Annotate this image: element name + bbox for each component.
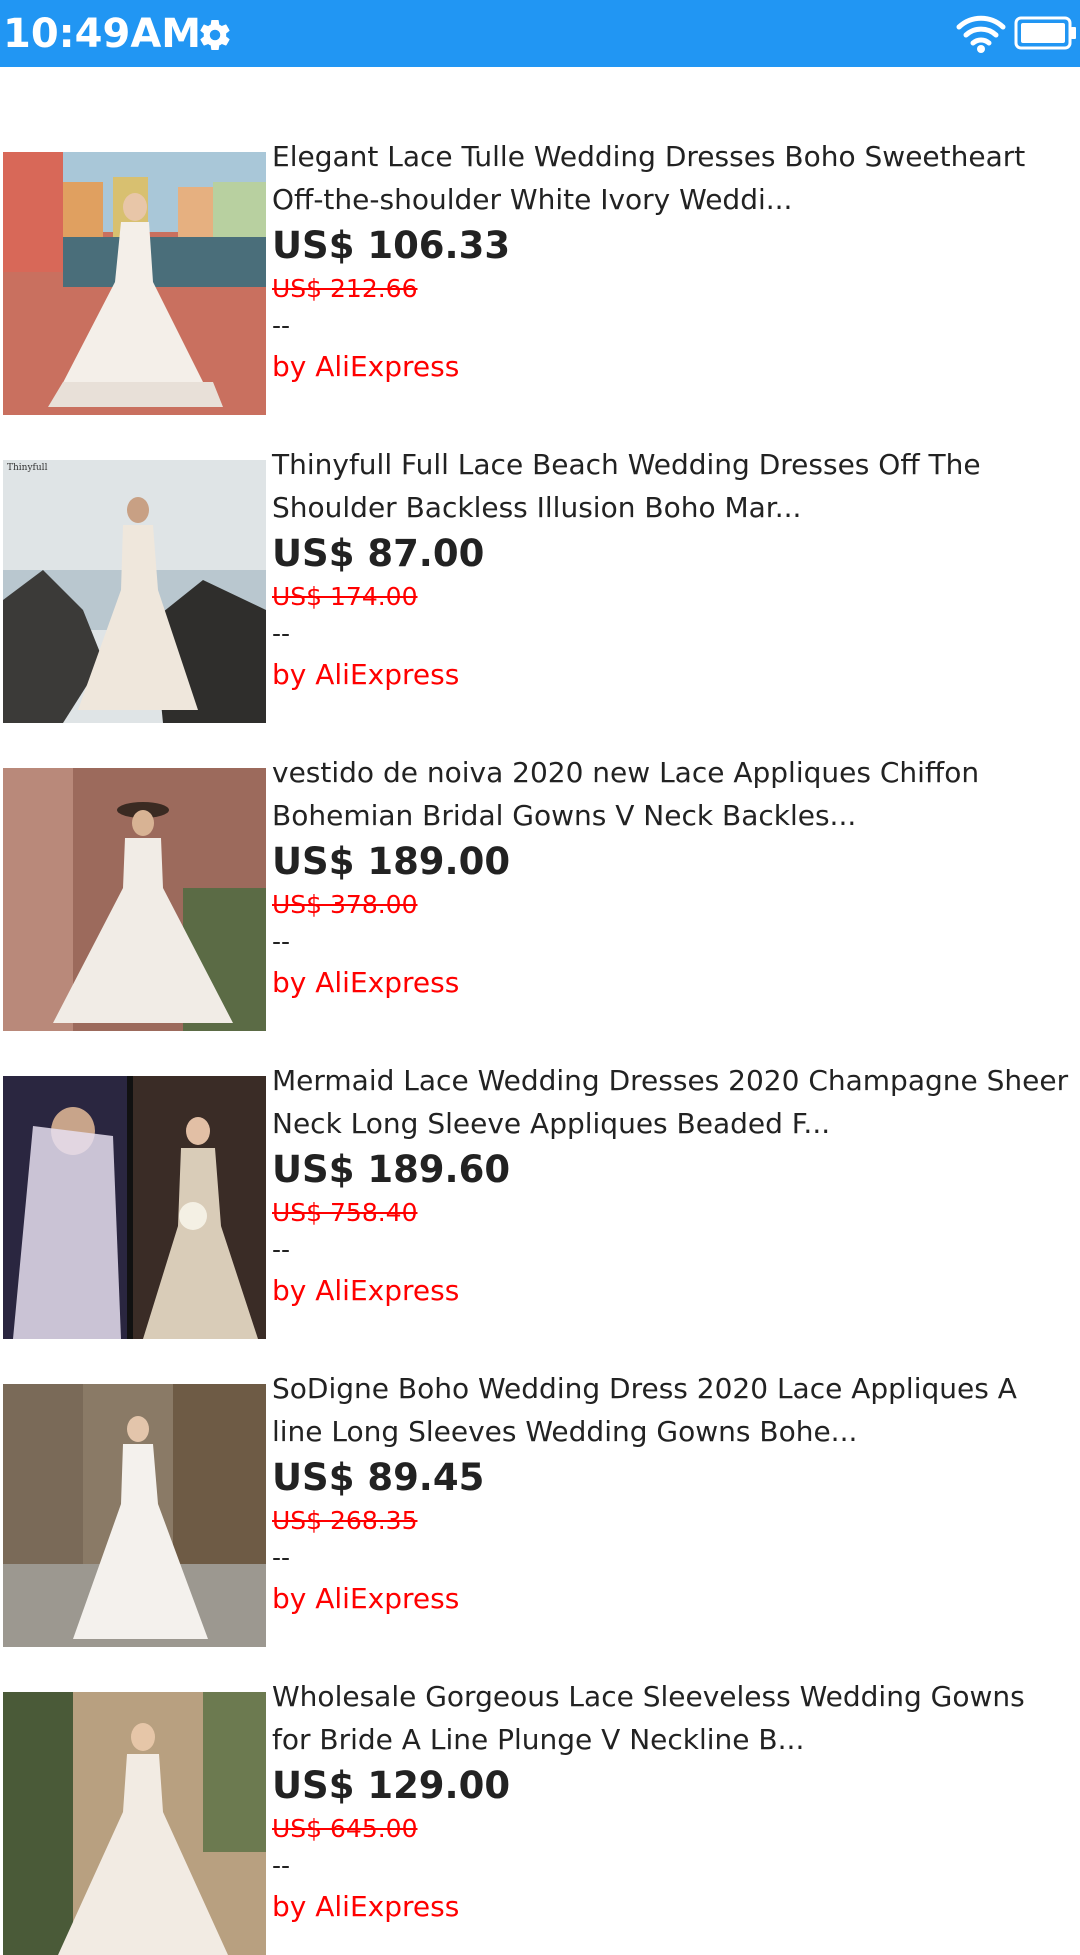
gear-icon: [200, 20, 230, 51]
status-bar: 10:49AM: [0, 0, 1080, 67]
product-info: SoDigne Boho Wedding Dress 2020 Lace App…: [272, 1367, 1072, 1621]
product-title[interactable]: Wholesale Gorgeous Lace Sleeveless Weddi…: [272, 1675, 1072, 1761]
product-info: Thinyfull Full Lace Beach Wedding Dresse…: [272, 443, 1072, 697]
product-item[interactable]: vestido de noiva 2020 new Lace Appliques…: [0, 683, 1080, 1031]
product-price: US$ 89.45: [272, 1456, 485, 1499]
product-item[interactable]: SoDigne Boho Wedding Dress 2020 Lace App…: [0, 1299, 1080, 1647]
product-info: Mermaid Lace Wedding Dresses 2020 Champa…: [272, 1059, 1072, 1313]
product-image[interactable]: [3, 1692, 266, 1955]
product-rating: --: [272, 927, 291, 956]
product-item[interactable]: Thinyfull Thinyfull Full Lace Beach Wedd…: [0, 375, 1080, 723]
product-info: Elegant Lace Tulle Wedding Dresses Boho …: [272, 135, 1072, 389]
product-title[interactable]: Mermaid Lace Wedding Dresses 2020 Champa…: [272, 1059, 1072, 1145]
product-rating: --: [272, 1543, 291, 1572]
product-rating: --: [272, 1851, 291, 1880]
product-rating: --: [272, 311, 291, 340]
product-item[interactable]: Wholesale Gorgeous Lace Sleeveless Weddi…: [0, 1607, 1080, 1955]
product-price: US$ 87.00: [272, 532, 485, 575]
product-rating: --: [272, 1235, 291, 1264]
image-label: Thinyfull: [7, 463, 48, 473]
product-original-price: US$ 268.35: [272, 1506, 418, 1535]
product-original-price: US$ 212.66: [272, 274, 418, 303]
product-info: Wholesale Gorgeous Lace Sleeveless Weddi…: [272, 1675, 1072, 1929]
product-title[interactable]: Elegant Lace Tulle Wedding Dresses Boho …: [272, 135, 1072, 221]
wifi-icon: [956, 15, 1006, 53]
status-time: 10:49AM: [3, 11, 202, 57]
product-seller[interactable]: by AliExpress: [272, 1885, 1072, 1929]
product-original-price: US$ 645.00: [272, 1814, 418, 1843]
product-title[interactable]: SoDigne Boho Wedding Dress 2020 Lace App…: [272, 1367, 1072, 1453]
product-title[interactable]: Thinyfull Full Lace Beach Wedding Dresse…: [272, 443, 1072, 529]
product-item[interactable]: Elegant Lace Tulle Wedding Dresses Boho …: [0, 67, 1080, 415]
product-original-price: US$ 174.00: [272, 582, 418, 611]
product-price: US$ 129.00: [272, 1764, 511, 1807]
product-price: US$ 106.33: [272, 224, 511, 267]
battery-icon: [1014, 16, 1076, 50]
product-price: US$ 189.60: [272, 1148, 511, 1191]
product-original-price: US$ 378.00: [272, 890, 418, 919]
product-info: vestido de noiva 2020 new Lace Appliques…: [272, 751, 1072, 1005]
product-title[interactable]: vestido de noiva 2020 new Lace Appliques…: [272, 751, 1072, 837]
product-rating: --: [272, 619, 291, 648]
product-original-price: US$ 758.40: [272, 1198, 418, 1227]
product-price: US$ 189.00: [272, 840, 511, 883]
product-item[interactable]: Mermaid Lace Wedding Dresses 2020 Champa…: [0, 991, 1080, 1339]
